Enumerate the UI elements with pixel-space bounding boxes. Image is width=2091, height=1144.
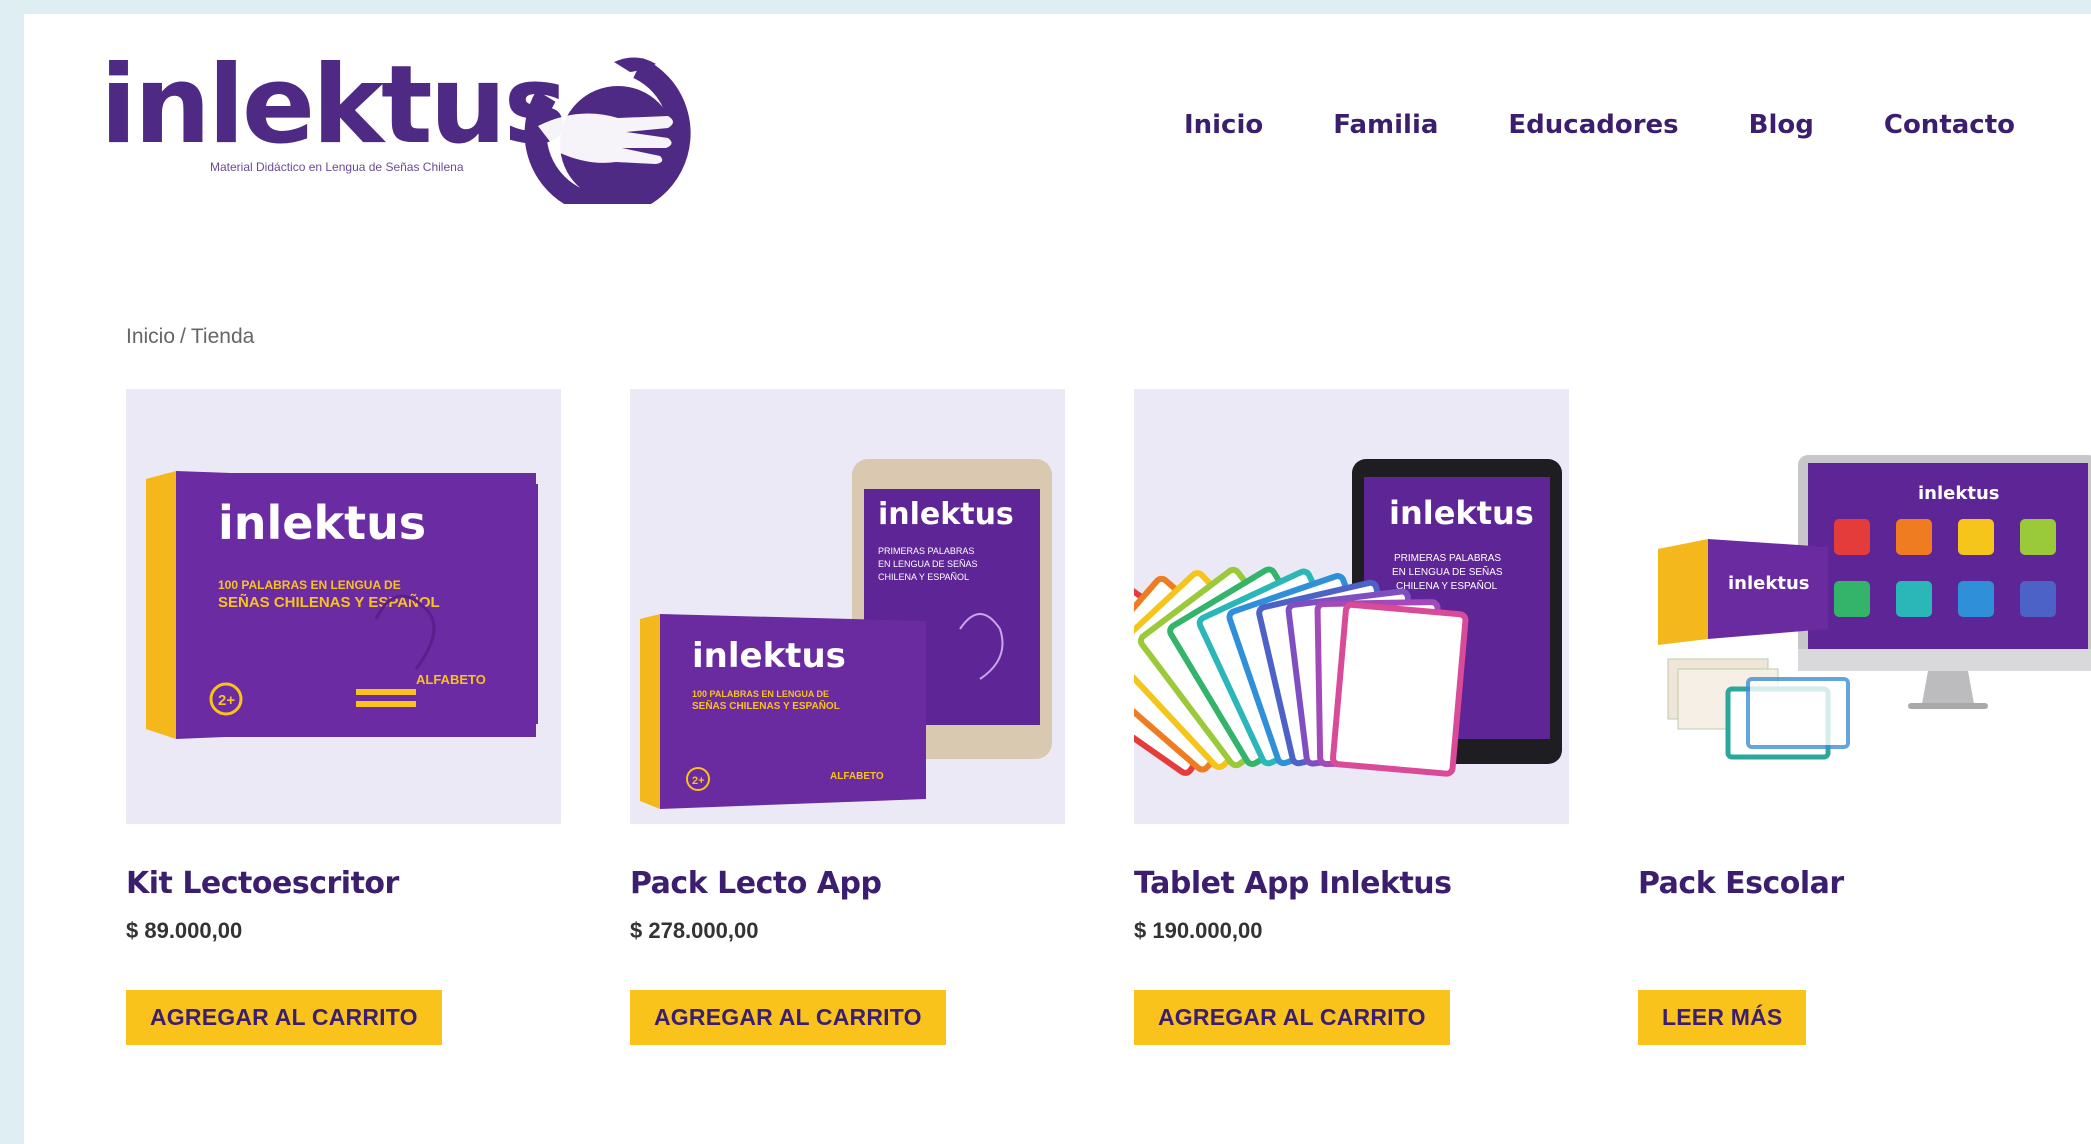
app-tile [1958,519,1994,555]
app-tile [1896,519,1932,555]
product-price: $ 89.000,00 [126,918,243,943]
product-price: $ 190.000,00 [1134,918,1263,943]
nav-educadores[interactable]: Educadores [1508,110,1678,140]
product-name[interactable]: Tablet App Inlektus [1134,866,1569,906]
product-price: $ 278.000,00 [630,918,759,943]
box-brand: inlektus [1728,573,1809,594]
add-to-cart-button[interactable]: AGREGAR AL CARRITO [126,990,442,1045]
product-card: inlektus PRIMERAS PALABRAS EN LENGUA DE … [1134,389,1569,1045]
box-brand: inlektus [218,496,426,550]
product-price [1638,918,2073,948]
app-tile [1958,581,1994,617]
nav-familia[interactable]: Familia [1333,110,1438,140]
product-name[interactable]: Pack Escolar [1638,866,2073,906]
svg-text:EN LENGUA DE SEÑAS: EN LENGUA DE SEÑAS [1392,565,1503,578]
logo-tagline: Material Didáctico en Lengua de Señas Ch… [210,160,464,174]
hand-logo-icon [524,57,691,204]
product-card: inlektus PRIMERAS PALABRAS EN LENGUA DE … [630,389,1065,1045]
add-to-cart-button[interactable]: AGREGAR AL CARRITO [1134,990,1450,1045]
svg-text:CHILENA Y ESPAÑOL: CHILENA Y ESPAÑOL [1396,579,1498,592]
app-tile [1896,581,1932,617]
svg-text:SEÑAS CHILENAS Y ESPAÑOL: SEÑAS CHILENAS Y ESPAÑOL [692,699,840,712]
breadcrumb-separator: / [180,325,186,348]
box-age-badge: 2+ [218,692,235,709]
product-grid: inlektus 100 PALABRAS EN LENGUA DE SEÑAS… [126,389,2091,1045]
pack-escolar-illustration: inlektus inlektus [1658,455,2091,760]
box-corner-text: ALFABETO [830,771,884,782]
tablet-app-illustration: inlektus PRIMERAS PALABRAS EN LENGUA DE … [1134,459,1562,777]
svg-text:100 PALABRAS EN LENGUA DE: 100 PALABRAS EN LENGUA DE [218,578,401,592]
screen-brand: inlektus [1918,483,1999,504]
product-image[interactable]: inlektus 100 PALABRAS EN LENGUA DE SEÑAS… [126,389,561,824]
pack-lecto-illustration: inlektus PRIMERAS PALABRAS EN LENGUA DE … [640,459,1052,809]
box-age-badge: 2+ [692,775,705,787]
svg-text:100 PALABRAS EN LENGUA DE: 100 PALABRAS EN LENGUA DE [692,689,829,699]
brand-logo[interactable]: inlektus Material Didáctico en Lengua de… [100,43,700,204]
main-navigation: Inicio Familia Educadores Blog Contacto [1184,110,2015,140]
nav-inicio[interactable]: Inicio [1184,110,1263,140]
tablet-brand: inlektus [878,497,1014,532]
breadcrumb-home[interactable]: Inicio [126,325,175,348]
svg-text:PRIMERAS PALABRAS: PRIMERAS PALABRAS [878,546,974,556]
logo-wordmark: inlektus [100,43,568,168]
tablet-brand: inlektus [1389,494,1534,532]
kit-box-illustration: inlektus 100 PALABRAS EN LENGUA DE SEÑAS… [146,471,538,739]
svg-text:EN LENGUA DE SEÑAS: EN LENGUA DE SEÑAS [878,559,978,569]
app-tile [1834,581,1870,617]
svg-text:CHILENA Y ESPAÑOL: CHILENA Y ESPAÑOL [878,572,969,582]
svg-text:PRIMERAS PALABRAS: PRIMERAS PALABRAS [1394,553,1501,564]
page: inlektus Material Didáctico en Lengua de… [24,14,2091,1144]
product-image[interactable]: inlektus PRIMERAS PALABRAS EN LENGUA DE … [1134,389,1569,824]
read-more-button[interactable]: LEER MÁS [1638,990,1807,1045]
app-tile [2020,581,2056,617]
flash-card [1329,601,1469,777]
product-image[interactable]: inlektus inlektus [1638,389,2091,824]
app-tile [1834,519,1870,555]
nav-blog[interactable]: Blog [1749,110,1814,140]
product-image[interactable]: inlektus PRIMERAS PALABRAS EN LENGUA DE … [630,389,1065,824]
product-name[interactable]: Kit Lectoescritor [126,866,561,906]
product-card: inlektus 100 PALABRAS EN LENGUA DE SEÑAS… [126,389,561,1045]
box-corner-text: ALFABETO [416,672,486,687]
nav-contacto[interactable]: Contacto [1884,110,2015,140]
product-name[interactable]: Pack Lecto App [630,866,1065,906]
add-to-cart-button[interactable]: AGREGAR AL CARRITO [630,990,946,1045]
breadcrumb: Inicio / Tienda [126,325,254,349]
app-tile [2020,519,2056,555]
box-brand: inlektus [692,636,846,676]
breadcrumb-current: Tienda [190,325,255,348]
product-card: inlektus inlektus Pack Escolar LEER MÁS [1638,389,2091,1045]
